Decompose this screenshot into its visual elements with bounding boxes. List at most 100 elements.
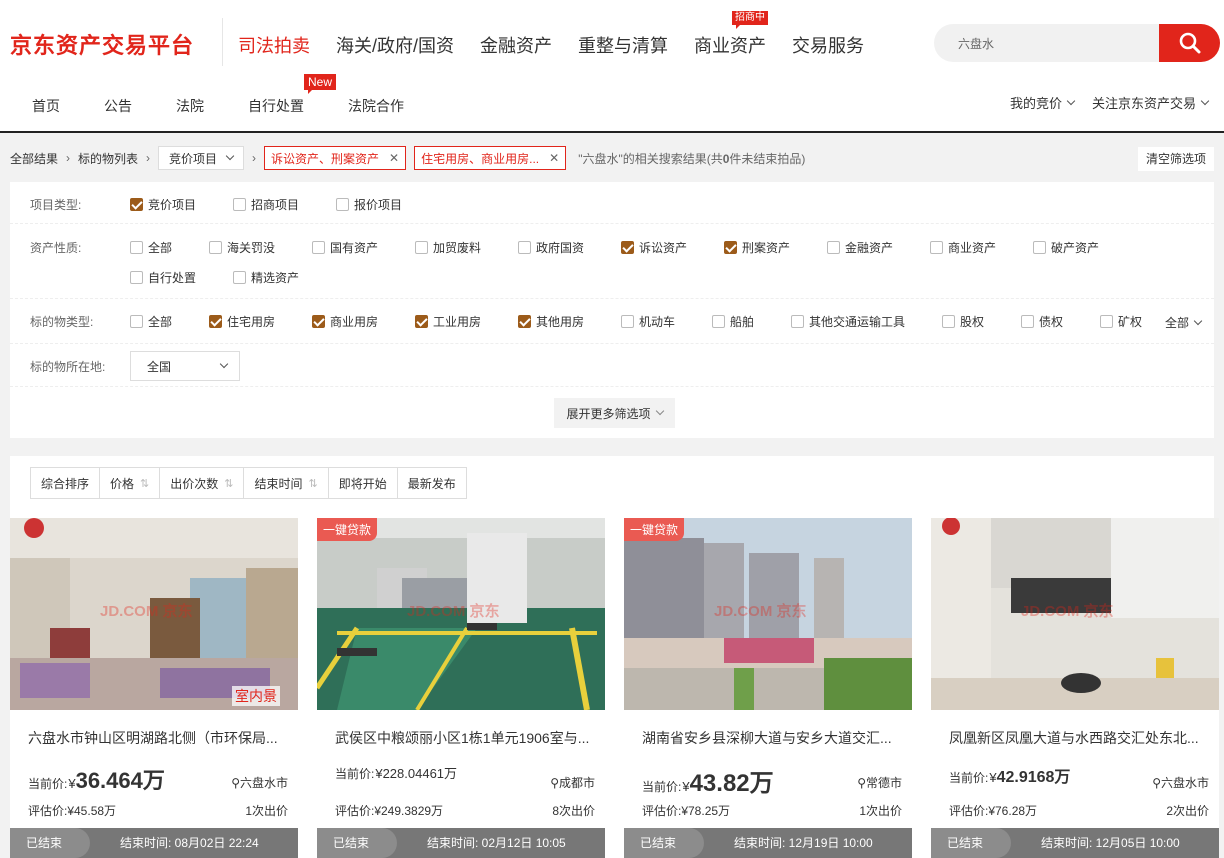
checkbox[interactable] xyxy=(1021,315,1034,328)
checkbox[interactable] xyxy=(312,241,325,254)
filter-option[interactable]: 全部 xyxy=(130,239,172,256)
object-type-expand[interactable]: 全部 xyxy=(1165,314,1203,331)
card-footer: 已结束 结束时间: 12月05日 10:00 xyxy=(931,828,1219,858)
close-icon[interactable]: ✕ xyxy=(549,151,559,165)
filter-option[interactable]: 诉讼资产 xyxy=(621,239,687,256)
location-select[interactable]: 全国 xyxy=(130,351,240,381)
property-photo[interactable]: JD.COM 京东 xyxy=(931,518,1219,710)
main-nav-restructuring[interactable]: 重整与清算 xyxy=(578,32,668,58)
main-nav-customs-gov[interactable]: 海关/政府/国资 xyxy=(336,32,454,58)
main-nav-financial-assets[interactable]: 金融资产 xyxy=(480,32,552,58)
checkbox[interactable] xyxy=(1033,241,1046,254)
filter-option[interactable]: 债权 xyxy=(1021,313,1063,330)
sort-end-time[interactable]: 结束时间 ⇅ xyxy=(244,468,329,498)
checkbox[interactable] xyxy=(518,241,531,254)
filter-option[interactable]: 其他交通运输工具 xyxy=(791,313,905,330)
filter-option[interactable]: 报价项目 xyxy=(336,196,402,213)
option-label: 政府国资 xyxy=(536,241,585,255)
filter-option[interactable]: 商业资产 xyxy=(930,239,996,256)
property-photo[interactable]: 一键贷款 JD.COM 京东 xyxy=(624,518,912,710)
sub-nav-self-disposal[interactable]: 自行处置 New xyxy=(248,74,337,116)
project-type-select[interactable]: 竞价项目 xyxy=(158,146,245,170)
auction-card[interactable]: JD.COM 京东 室内景 六盘水市钟山区明湖路北侧（市环保局... 当前价: ¥… xyxy=(10,518,298,858)
auction-card[interactable]: 一键贷款 JD.COM 京东 武侯区中粮颂丽小区1栋1单元1906室与... 当… xyxy=(317,518,605,858)
sub-nav-courts[interactable]: 法院 xyxy=(176,96,204,116)
sort-bid-count[interactable]: 出价次数 ⇅ xyxy=(160,468,245,498)
search-input[interactable] xyxy=(934,24,1160,62)
checkbox-checked[interactable] xyxy=(724,241,737,254)
my-bids-dropdown[interactable]: 我的竞价 xyxy=(1010,93,1076,112)
filter-option[interactable]: 金融资产 xyxy=(827,239,893,256)
checkbox[interactable] xyxy=(827,241,840,254)
checkbox-checked[interactable] xyxy=(130,198,143,211)
filter-option[interactable]: 破产资产 xyxy=(1033,239,1099,256)
site-logo[interactable]: 京东资产交易平台 xyxy=(10,28,194,60)
sort-starting-soon[interactable]: 即将开始 xyxy=(329,468,398,498)
breadcrumb-all[interactable]: 全部结果 xyxy=(10,150,58,167)
filter-option[interactable]: 工业用房 xyxy=(415,313,481,330)
checkbox[interactable] xyxy=(1100,315,1113,328)
auction-card[interactable]: JD.COM 京东 凤凰新区凤凰大道与水西路交汇处东北... 当前价: ¥42.9… xyxy=(931,518,1219,858)
checkbox[interactable] xyxy=(415,241,428,254)
card-title[interactable]: 武侯区中粮颂丽小区1栋1单元1906室与... xyxy=(335,728,593,748)
checkbox[interactable] xyxy=(130,315,143,328)
checkbox-checked[interactable] xyxy=(518,315,531,328)
filter-option[interactable]: 住宅用房 xyxy=(209,313,275,330)
checkbox-checked[interactable] xyxy=(621,241,634,254)
filter-option[interactable]: 加贸废料 xyxy=(415,239,481,256)
property-photo[interactable]: JD.COM 京东 室内景 xyxy=(10,518,298,710)
sort-price[interactable]: 价格 ⇅ xyxy=(100,468,161,498)
main-nav-trade-services[interactable]: 交易服务 xyxy=(792,32,864,58)
filter-option[interactable]: 机动车 xyxy=(621,313,675,330)
checkbox-checked[interactable] xyxy=(312,315,325,328)
checkbox[interactable] xyxy=(621,315,634,328)
filter-option[interactable]: 招商项目 xyxy=(233,196,299,213)
sort-default[interactable]: 综合排序 xyxy=(31,468,101,498)
filter-option[interactable]: 国有资产 xyxy=(312,239,378,256)
checkbox[interactable] xyxy=(930,241,943,254)
filter-option[interactable]: 船舶 xyxy=(712,313,754,330)
breadcrumb-list[interactable]: 标的物列表 xyxy=(78,150,138,167)
checkbox[interactable] xyxy=(130,241,143,254)
filter-option[interactable]: 精选资产 xyxy=(233,269,299,286)
filter-option[interactable]: 全部 xyxy=(130,313,172,330)
filter-option[interactable]: 政府国资 xyxy=(518,239,584,256)
checkbox[interactable] xyxy=(942,315,955,328)
sub-nav-notices[interactable]: 公告 xyxy=(104,96,132,116)
follow-dropdown[interactable]: 关注京东资产交易 xyxy=(1092,93,1210,112)
checkbox-checked[interactable] xyxy=(415,315,428,328)
filter-option[interactable]: 竞价项目 xyxy=(130,196,196,213)
checkbox[interactable] xyxy=(791,315,804,328)
main-nav-commercial-assets[interactable]: 商业资产 招商中 xyxy=(694,11,769,58)
search-button[interactable] xyxy=(1159,24,1220,62)
card-title[interactable]: 湖南省安乡县深柳大道与安乡大道交汇... xyxy=(642,728,900,748)
filter-option[interactable]: 刑案资产 xyxy=(724,239,790,256)
clear-filters-button[interactable]: 清空筛选项 xyxy=(1137,147,1214,171)
main-nav-judicial-auction[interactable]: 司法拍卖 xyxy=(238,32,310,58)
checkbox[interactable] xyxy=(233,271,246,284)
close-icon[interactable]: ✕ xyxy=(389,151,399,165)
filter-option[interactable]: 矿权 xyxy=(1100,313,1142,330)
card-title[interactable]: 凤凰新区凤凰大道与水西路交汇处东北... xyxy=(949,728,1207,748)
filter-option[interactable]: 海关罚没 xyxy=(209,239,275,256)
sub-nav-home[interactable]: 首页 xyxy=(32,96,60,116)
filter-option[interactable]: 自行处置 xyxy=(130,269,196,286)
expand-more-filters-button[interactable]: 展开更多筛选项 xyxy=(554,398,675,428)
sub-nav-court-cooperation[interactable]: 法院合作 xyxy=(348,96,404,116)
filter-option[interactable]: 股权 xyxy=(942,313,984,330)
location-pin-icon: ⚲ xyxy=(231,776,240,790)
auction-card[interactable]: 一键贷款 JD.COM 京东 湖南省安乡县深柳大道与安乡大道交汇... 当前价:… xyxy=(624,518,912,858)
sort-newest[interactable]: 最新发布 xyxy=(398,468,466,498)
checkbox-checked[interactable] xyxy=(209,315,222,328)
card-title[interactable]: 六盘水市钟山区明湖路北侧（市环保局... xyxy=(28,728,286,748)
checkbox[interactable] xyxy=(209,241,222,254)
property-photo[interactable]: 一键贷款 JD.COM 京东 xyxy=(317,518,605,710)
checkbox[interactable] xyxy=(336,198,349,211)
filter-option[interactable]: 商业用房 xyxy=(312,313,378,330)
checkbox[interactable] xyxy=(233,198,246,211)
checkbox[interactable] xyxy=(712,315,725,328)
filter-tag-object-type[interactable]: 住宅用房、商业用房... ✕ xyxy=(414,146,567,170)
filter-tag-asset-nature[interactable]: 诉讼资产、刑案资产 ✕ xyxy=(264,146,407,170)
checkbox[interactable] xyxy=(130,271,143,284)
filter-option[interactable]: 其他用房 xyxy=(518,313,584,330)
